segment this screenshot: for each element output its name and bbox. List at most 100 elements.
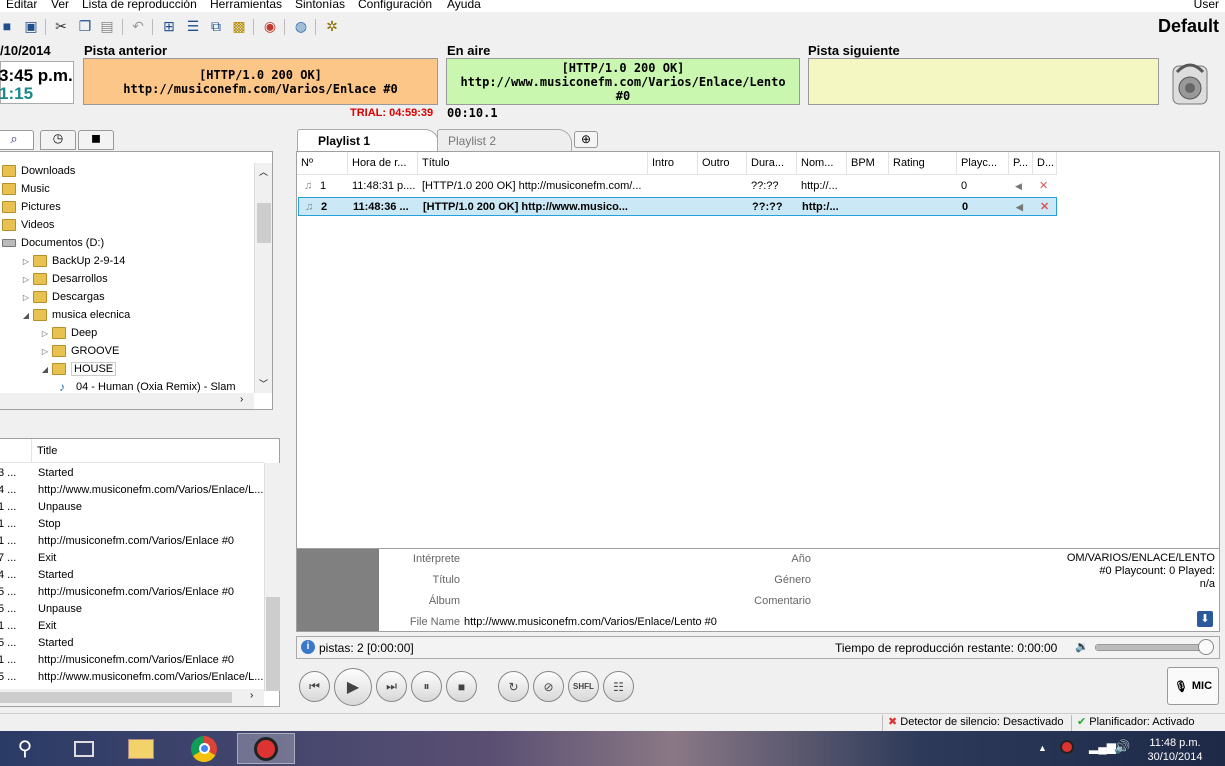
tab-playlist-1[interactable]: Playlist 1	[297, 129, 439, 152]
tree-hscroll[interactable]: ›	[0, 393, 254, 409]
tray-app-icon[interactable]	[1060, 740, 1074, 754]
download-icon[interactable]: ⬇	[1197, 611, 1213, 627]
tree-item[interactable]: Downloads	[2, 162, 75, 180]
tree-item[interactable]: Pictures	[2, 198, 61, 216]
tree-item[interactable]: ◢ musica elecnica	[21, 306, 130, 324]
column-header[interactable]: Hora de r...	[348, 152, 418, 174]
pause-button[interactable]: ⏸	[411, 671, 442, 702]
collapsed-arrow-icon[interactable]: ▷	[21, 275, 31, 284]
collapsed-arrow-icon[interactable]: ▷	[21, 257, 31, 266]
play-button[interactable]: ▶	[334, 668, 372, 706]
radio-app-taskbar-icon[interactable]	[237, 733, 295, 764]
tree-item[interactable]: ▷ BackUp 2-9-14	[21, 252, 125, 270]
search-icon[interactable]: ⌕	[0, 130, 34, 150]
loop-button[interactable]: ↻	[498, 671, 529, 702]
column-header[interactable]: D...	[1033, 152, 1057, 174]
cut-icon[interactable]: ✂	[52, 17, 70, 35]
scroll-down-icon[interactable]: ﹀	[259, 377, 268, 390]
tree-item[interactable]: ▷ GROOVE	[40, 342, 119, 360]
log-scroll-thumb[interactable]	[266, 597, 280, 691]
log-scrollbar[interactable]	[264, 463, 280, 691]
user-label[interactable]: User	[1194, 0, 1219, 11]
column-header[interactable]: P...	[1009, 152, 1033, 174]
tree-scrollbar[interactable]: ︿ ﹀	[254, 163, 272, 393]
tree-item[interactable]: ▷ Desarrollos	[21, 270, 108, 288]
list-edit-icon[interactable]: ⧉	[207, 17, 225, 35]
chrome-icon[interactable]	[180, 733, 228, 764]
search-taskbar-icon[interactable]: ⚲	[8, 733, 42, 764]
menu-herramientas[interactable]: Herramientas	[210, 0, 282, 11]
menu-ver[interactable]: Ver	[51, 0, 69, 11]
column-header[interactable]: BPM	[847, 152, 889, 174]
menu-editar[interactable]: Editar	[6, 0, 37, 11]
next-button[interactable]: ⏭	[376, 671, 407, 702]
tab-playlist-2[interactable]: Playlist 2	[437, 129, 572, 151]
task-view-icon[interactable]	[62, 733, 106, 764]
folder-add-icon[interactable]: ▩	[230, 17, 248, 35]
tree-item[interactable]: Videos	[2, 216, 54, 234]
volume-slider[interactable]	[1095, 639, 1214, 655]
expanded-arrow-icon[interactable]: ◢	[40, 365, 50, 374]
paste-icon[interactable]: ▤	[98, 17, 116, 35]
table-row[interactable]: ♫ 1 11:48:31 p.... [HTTP/1.0 200 OK] http:/…	[298, 177, 1057, 196]
column-header[interactable]: Dura...	[747, 152, 797, 174]
previous-button[interactable]: ⏮	[299, 671, 330, 702]
menu-lista[interactable]: Lista de reproducción	[82, 0, 197, 11]
log-hscroll-thumb[interactable]	[0, 692, 232, 703]
file-explorer-icon[interactable]	[118, 733, 164, 764]
scroll-up-icon[interactable]: ︿	[259, 165, 268, 178]
column-header[interactable]: Nom...	[797, 152, 847, 174]
gear-icon[interactable]: ✲	[323, 17, 341, 35]
stop-button[interactable]: ■	[446, 671, 477, 702]
list-add-icon[interactable]: ☰	[184, 17, 202, 35]
log-scroll-right-icon[interactable]: ›	[250, 690, 253, 701]
copy-icon[interactable]: ❐	[76, 17, 94, 35]
tray-volume-icon[interactable]: 🔊	[1114, 739, 1130, 755]
log-hscroll[interactable]: ›	[0, 689, 264, 706]
tree-item[interactable]: Documentos (D:)	[2, 234, 104, 252]
cue-icon[interactable]: ◼	[78, 130, 114, 150]
taskbar-clock[interactable]: 11:48 p.m. 30/10/2014	[1130, 736, 1220, 764]
tree-item[interactable]: ◢ HOUSE	[40, 360, 117, 378]
globe-icon[interactable]: ◍	[292, 17, 310, 35]
collapsed-arrow-icon[interactable]: ▷	[21, 293, 31, 302]
menu-configuracion[interactable]: Configuración	[358, 0, 432, 11]
log-cell-time: 5 ...	[0, 603, 17, 615]
insert-icon[interactable]: ⊞	[160, 17, 178, 35]
undo-icon[interactable]: ↶	[129, 17, 147, 35]
menu-ayuda[interactable]: Ayuda	[447, 0, 481, 11]
table-row[interactable]: ♫ 2 11:48:36 ... [HTTP/1.0 200 OK] http://w…	[298, 197, 1057, 216]
cell-playcount: 0	[962, 201, 969, 213]
tree-item[interactable]: Music	[2, 180, 50, 198]
mic-button[interactable]: 🎙 MIC	[1167, 667, 1219, 705]
list-button[interactable]: ☷	[603, 671, 634, 702]
prev-track-box[interactable]: [HTTP/1.0 200 OK] http://musiconefm.com/…	[83, 58, 438, 105]
next-track-box[interactable]	[808, 58, 1159, 105]
expanded-arrow-icon[interactable]: ◢	[21, 311, 31, 320]
volume-knob[interactable]	[1198, 639, 1214, 655]
clock-icon[interactable]: ◷	[40, 130, 76, 150]
add-tab-icon[interactable]: ⊕	[574, 131, 598, 148]
save-all-icon[interactable]: ▣	[22, 17, 40, 35]
network-icon[interactable]: ▂▄▆	[1089, 740, 1116, 754]
tree-scroll-thumb[interactable]	[257, 203, 271, 243]
menu-sintonias[interactable]: Sintonías	[295, 0, 345, 11]
column-header[interactable]: Rating	[889, 152, 957, 174]
speaker-icon[interactable]	[1167, 58, 1213, 106]
column-header[interactable]: Título	[418, 152, 648, 174]
eye-icon[interactable]: ◉	[261, 17, 279, 35]
column-header[interactable]: Nº	[297, 152, 348, 174]
collapsed-arrow-icon[interactable]: ▷	[40, 347, 50, 356]
tray-expand-icon[interactable]: ▲	[1038, 743, 1047, 753]
on-air-box[interactable]: [HTTP/1.0 200 OK] http://www.musiconefm.…	[446, 58, 800, 105]
tree-item[interactable]: ▷ Deep	[40, 324, 97, 342]
shuffle-button[interactable]: SHFL	[568, 671, 599, 702]
column-header[interactable]: Playc...	[957, 152, 1009, 174]
tree-item[interactable]: ▷ Descargas	[21, 288, 105, 306]
column-header[interactable]: Outro	[698, 152, 747, 174]
column-header[interactable]: Intro	[648, 152, 698, 174]
collapsed-arrow-icon[interactable]: ▷	[40, 329, 50, 338]
disable-button[interactable]: ⊘	[533, 671, 564, 702]
scroll-right-icon[interactable]: ›	[240, 394, 243, 405]
save-icon[interactable]: ■	[0, 17, 16, 35]
